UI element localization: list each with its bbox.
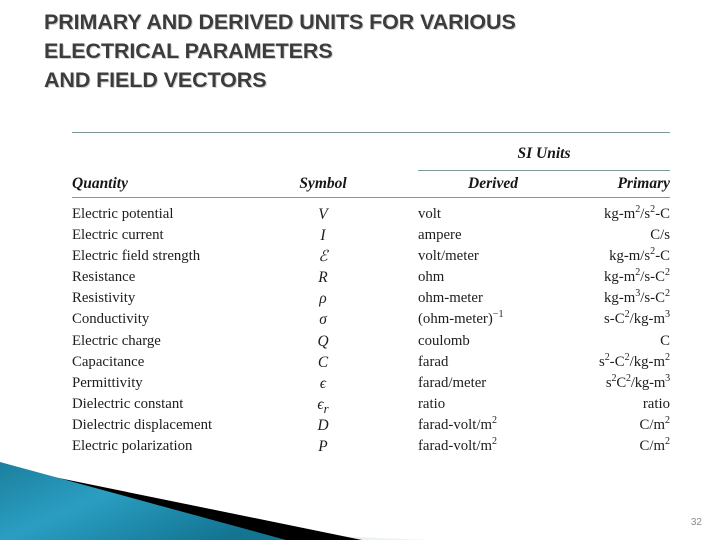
cell-primary: kg-m2/s-C2 (604, 267, 670, 286)
table-row: Electric current Iampere C/s (72, 225, 670, 246)
table-row: Dielectric constant ϵr ratio ratio (72, 394, 670, 416)
cell-quantity: Conductivity (72, 311, 150, 328)
column-header-quantity: Quantity (72, 175, 128, 192)
cell-primary: C/m2 (639, 415, 670, 433)
table-header-rule (72, 197, 670, 198)
cell-symbol: C (317, 353, 329, 371)
cell-quantity: Permittivity (72, 374, 143, 391)
bottom-decoration-graphic (0, 450, 720, 540)
table-row: Electric field strength ℰvolt/meter kg-m/s… (72, 246, 670, 267)
cell-derived: farad-volt/m2 (418, 436, 497, 455)
cell-primary: s2-C2/kg-m2 (598, 351, 670, 370)
cell-symbol: R (318, 269, 328, 287)
cell-derived: ampere (418, 227, 462, 244)
cell-derived: ratio (418, 395, 446, 412)
cell-primary: s2C2/kg-m3 (605, 372, 670, 391)
table-row: Resistivity ρ ohm-meter kg-m3/s-C2 (72, 288, 670, 309)
decoration-svg (0, 462, 430, 540)
cell-quantity: Resistivity (72, 290, 136, 307)
decoration-pale-triangle (0, 522, 430, 540)
cell-primary: C (660, 332, 670, 349)
cell-quantity: Capacitance (72, 353, 145, 370)
cell-symbol: σ (319, 311, 327, 329)
units-table: SI Units Quantity Symbol Derived Primary… (72, 132, 670, 457)
cell-primary: kg-m3/s-C2 (604, 288, 670, 307)
column-header-derived: Derived (468, 175, 518, 192)
cell-quantity: Electric charge (72, 332, 161, 349)
cell-quantity: Resistance (72, 269, 136, 286)
cell-derived: (ohm-meter)−1 (418, 309, 504, 328)
table-row: Electric potential Vvolt kg-m2/s2-C (72, 204, 670, 225)
cell-derived: farad (418, 353, 449, 370)
cell-primary: kg-m/s2-C (609, 246, 670, 265)
cell-primary: kg-m2/s2-C (604, 204, 670, 222)
cell-quantity: Dielectric constant (72, 395, 184, 412)
table-row: Dielectric displacement Dfarad-volt/m2 C/m… (72, 415, 670, 436)
decoration-black-wedge (0, 466, 362, 540)
cell-quantity: Electric polarization (72, 438, 193, 455)
table-body: Electric potential Vvolt kg-m2/s2-C Electri… (72, 204, 670, 457)
cell-symbol: ρ (319, 290, 327, 308)
cell-derived: coulomb (418, 332, 470, 349)
cell-derived: volt (418, 206, 442, 222)
column-header-symbol: Symbol (299, 175, 347, 192)
table-header-row: Quantity Symbol Derived Primary (72, 175, 670, 197)
cell-derived: volt/meter (418, 248, 479, 265)
table-row: Capacitance Cfarad s2-C2/kg-m2 (72, 352, 670, 373)
cell-primary: s-C2/kg-m3 (604, 309, 670, 328)
cell-symbol: P (318, 438, 328, 456)
table-row: Permittivity ϵ farad/meter s2C2/kg-m3 (72, 373, 670, 394)
cell-symbol: I (320, 227, 326, 245)
table-row: Conductivity σ (ohm-meter)−1 s-C2/kg-m3 (72, 309, 670, 330)
table-header-block: SI Units Quantity Symbol Derived Primary (72, 133, 670, 197)
column-header-primary: Primary (617, 175, 670, 192)
cell-quantity: Electric current (72, 227, 164, 244)
cell-symbol: ϵ (319, 374, 327, 392)
page-title: PRIMARY AND DERIVED UNITS FOR VARIOUS EL… (44, 10, 516, 92)
si-units-rule (418, 170, 670, 171)
cell-primary: C/m2 (639, 436, 670, 455)
cell-quantity: Dielectric displacement (72, 416, 213, 433)
cell-quantity: Electric field strength (72, 248, 201, 265)
table-row: Resistance Rohm kg-m2/s-C2 (72, 267, 670, 288)
table-row: Electric charge Qcoulomb C (72, 331, 670, 352)
table-row: Electric polarization Pfarad-volt/m2 C/m2 (72, 436, 670, 457)
cell-derived: ohm-meter (418, 290, 483, 307)
decoration-teal-triangle (0, 462, 286, 540)
cell-quantity: Electric potential (72, 206, 174, 222)
cell-derived: farad-volt/m2 (418, 415, 497, 433)
cell-symbol: Q (317, 332, 329, 350)
cell-derived: ohm (418, 269, 445, 286)
cell-derived: farad/meter (418, 374, 487, 391)
cell-symbol: V (318, 206, 328, 223)
cell-primary: C/s (650, 227, 670, 244)
column-group-header-si-units: SI Units (517, 145, 571, 162)
cell-symbol: D (317, 416, 329, 434)
cell-symbol: ℰ (318, 247, 328, 266)
page-number: 32 (690, 517, 702, 528)
cell-primary: ratio (642, 395, 670, 412)
